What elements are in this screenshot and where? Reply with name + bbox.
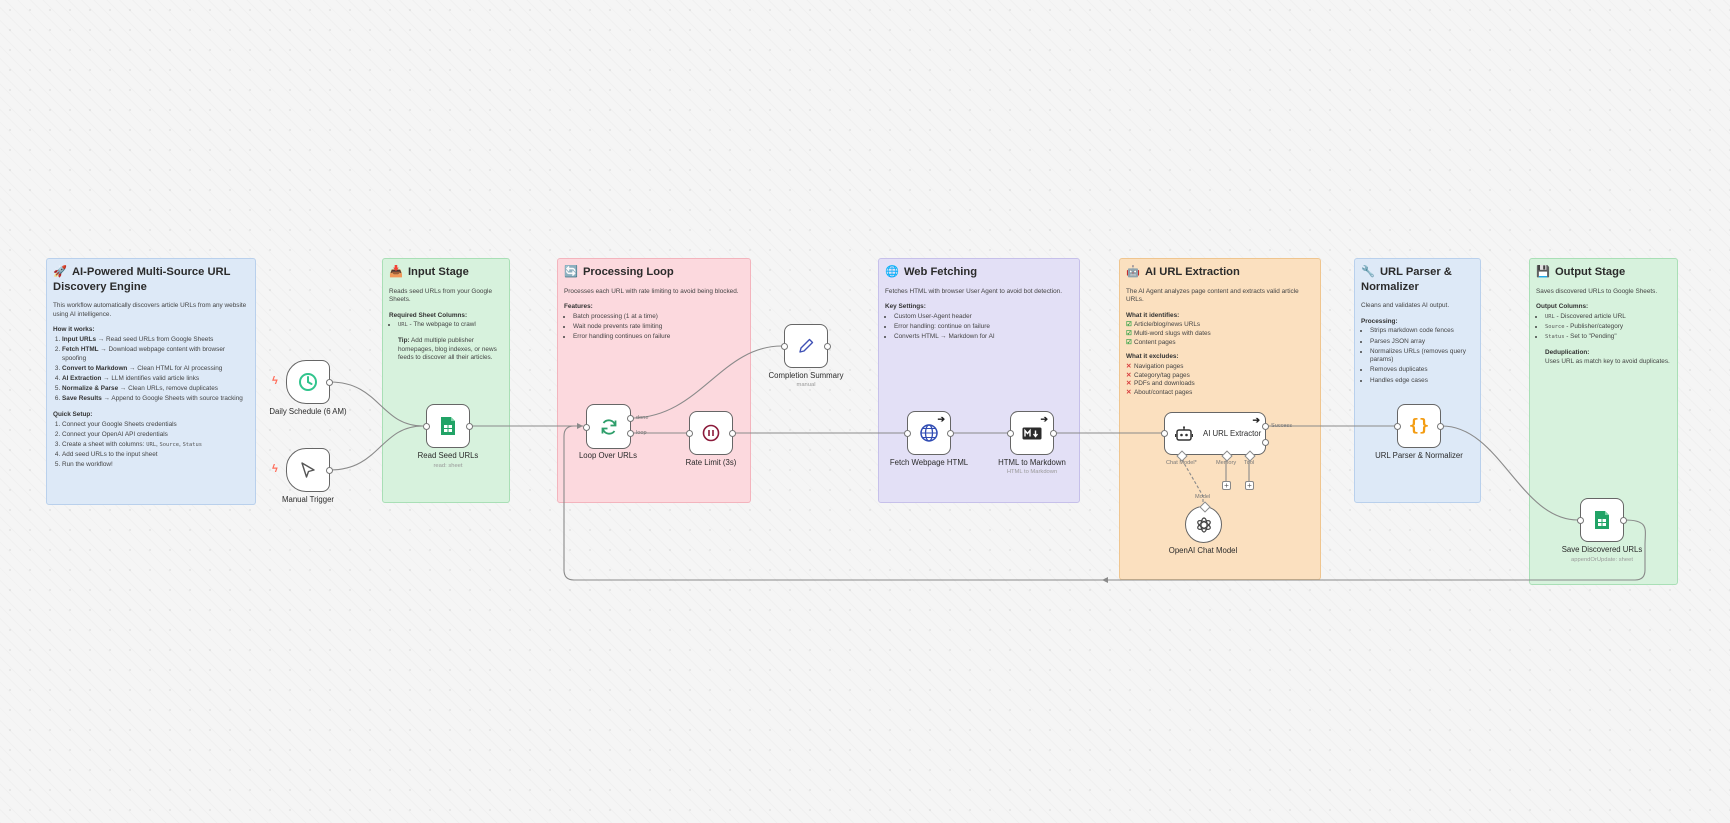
ai-url-extractor-node[interactable]: ➔ AI URL Extractor <box>1161 412 1269 455</box>
loop-done-output-label: done <box>636 415 649 421</box>
output-port[interactable] <box>824 343 831 350</box>
arrow-right-icon: ➔ <box>1252 415 1260 425</box>
output-port-loop[interactable] <box>627 430 634 437</box>
connections-layer <box>329 345 1646 583</box>
output-port[interactable] <box>1620 517 1627 524</box>
rate-limit-label: Rate Limit (3s) <box>685 458 737 467</box>
fetch-webpage-label: Fetch Webpage HTML <box>889 458 969 467</box>
openai-model-output-label: Model <box>1195 494 1211 500</box>
wire-parser-to-save <box>1441 425 1579 521</box>
input-port[interactable] <box>1394 423 1401 430</box>
agent-success-output-label: Success <box>1271 423 1293 429</box>
manual-trigger-label: Manual Trigger <box>281 495 335 504</box>
loop-loop-output-label: loop <box>636 430 647 436</box>
read-seed-urls-sublabel: read: sheet <box>433 463 463 469</box>
refresh-icon <box>599 417 619 437</box>
add-memory-button[interactable]: + <box>1222 481 1231 490</box>
save-discovered-urls-label: Save Discovered URLs <box>1561 545 1643 554</box>
markdown-icon <box>1022 427 1042 440</box>
output-port-done[interactable] <box>627 415 634 422</box>
output-port[interactable] <box>1262 423 1269 430</box>
code-braces-icon: {} <box>1408 416 1430 436</box>
input-port[interactable] <box>781 343 788 350</box>
completion-summary-node[interactable] <box>781 324 831 368</box>
output-port[interactable] <box>1050 430 1057 437</box>
robot-icon <box>1175 425 1193 442</box>
fetch-webpage-node[interactable]: ➔ <box>904 411 954 455</box>
input-port[interactable] <box>1161 430 1168 437</box>
openai-chat-model-node[interactable] <box>1185 501 1222 543</box>
input-port[interactable] <box>1577 517 1584 524</box>
chat-model-input-label: Chat Model* <box>1166 460 1197 466</box>
arrow-right-icon: ➔ <box>1040 414 1048 424</box>
output-port[interactable] <box>1437 423 1444 430</box>
rate-limit-node[interactable] <box>686 411 736 455</box>
output-port[interactable] <box>947 430 954 437</box>
read-seed-urls-node[interactable] <box>423 404 473 448</box>
cursor-icon <box>299 461 317 479</box>
tool-input-label: Tool <box>1244 460 1255 466</box>
openai-icon <box>1195 516 1213 534</box>
output-port[interactable] <box>326 467 333 474</box>
html-to-markdown-node[interactable]: ➔ <box>1007 411 1057 455</box>
input-port[interactable] <box>423 423 430 430</box>
clock-icon <box>298 372 318 392</box>
openai-chat-model-label: OpenAI Chat Model <box>1168 546 1238 555</box>
wire-loop-done-to-completion <box>630 345 783 419</box>
input-port[interactable] <box>1007 430 1014 437</box>
output-port[interactable] <box>326 379 333 386</box>
url-parser-node[interactable]: {} <box>1394 404 1444 448</box>
ai-url-extractor-label: AI URL Extractor <box>1203 429 1262 438</box>
wire-manual-to-read <box>329 425 424 471</box>
daily-schedule-label: Daily Schedule (6 AM) <box>269 407 347 416</box>
trigger-bolt-icon: ϟ <box>272 463 278 475</box>
google-sheets-icon <box>440 416 456 436</box>
pencil-icon <box>797 337 815 355</box>
output-port[interactable] <box>466 423 473 430</box>
read-seed-urls-label: Read Seed URLs <box>417 451 479 460</box>
loop-over-urls-node[interactable] <box>583 404 634 449</box>
save-discovered-urls-node[interactable] <box>1577 498 1627 542</box>
completion-summary-label: Completion Summary <box>768 371 844 380</box>
loop-over-urls-label: Loop Over URLs <box>578 451 638 460</box>
add-tool-button[interactable]: + <box>1245 481 1254 490</box>
error-output-port[interactable] <box>1262 439 1269 446</box>
memory-input-label: Memory <box>1216 460 1237 466</box>
wire-daily-to-read <box>329 381 424 427</box>
input-port[interactable] <box>583 424 590 431</box>
globe-icon <box>919 423 939 443</box>
input-port[interactable] <box>686 430 693 437</box>
daily-schedule-node[interactable] <box>286 360 333 404</box>
trigger-bolt-icon: ϟ <box>272 375 278 387</box>
completion-summary-sublabel: manual <box>796 382 816 388</box>
input-port[interactable] <box>904 430 911 437</box>
manual-trigger-node[interactable] <box>286 448 333 492</box>
pause-icon <box>702 424 720 442</box>
url-parser-label: URL Parser & Normalizer <box>1375 451 1463 460</box>
output-port[interactable] <box>729 430 736 437</box>
html-to-markdown-sublabel: HTML to Markdown <box>1006 469 1058 475</box>
google-sheets-icon <box>1594 510 1610 530</box>
save-discovered-urls-sublabel: appendOrUpdate: sheet <box>1571 557 1633 563</box>
arrow-right-icon: ➔ <box>937 414 945 424</box>
html-to-markdown-label: HTML to Markdown <box>998 458 1066 467</box>
